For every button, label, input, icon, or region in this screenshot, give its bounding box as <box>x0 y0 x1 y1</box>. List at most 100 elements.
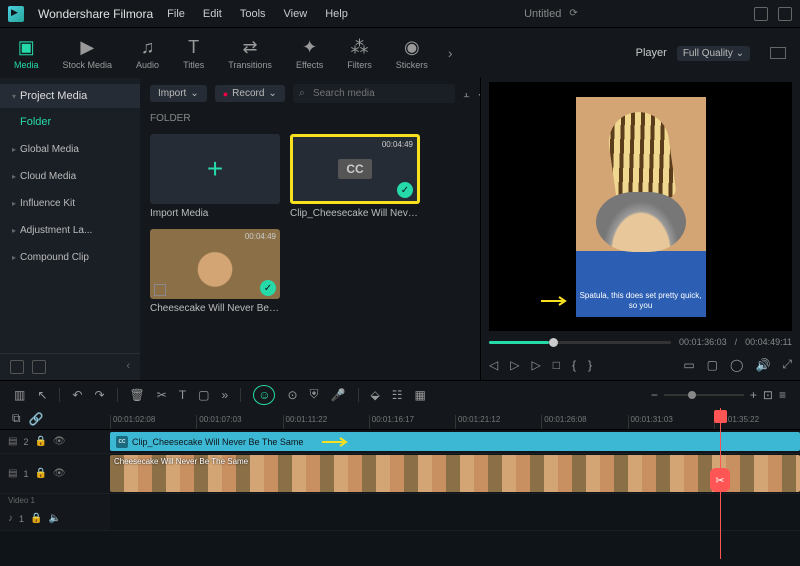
mark-out-icon[interactable]: } <box>588 358 592 372</box>
cc-clip-tile[interactable]: 00:04:49 CC ✓ Clip_Cheesecake Will Never… <box>290 134 420 219</box>
magnet-icon[interactable]: ⧉ <box>12 411 21 426</box>
visibility-icon[interactable]: 👁 <box>53 436 66 447</box>
ribbon-next-icon[interactable]: › <box>448 45 453 61</box>
sidebar-folder[interactable]: Folder <box>0 108 140 136</box>
prev-frame-icon[interactable]: ◁ <box>489 358 498 372</box>
tab-titles[interactable]: TTitles <box>183 37 204 70</box>
stickers-icon: ◉ <box>404 37 420 58</box>
select-tool-icon[interactable]: ↖ <box>37 388 47 402</box>
ai-tool-icon[interactable]: ☺ <box>253 385 275 405</box>
delete-icon[interactable]: 🗑 <box>130 388 145 402</box>
document-title: Untitled ⟳ <box>362 8 740 20</box>
fullscreen-icon[interactable]: ⤢ <box>782 357 792 372</box>
menu-edit[interactable]: Edit <box>203 8 222 20</box>
title-bar: Wondershare Filmora File Edit Tools View… <box>0 0 800 28</box>
play-pause-icon[interactable]: ▷ <box>510 358 519 372</box>
mark-in-icon[interactable]: { <box>572 358 576 372</box>
sidebar-item-adjustment-layer[interactable]: Adjustment La... <box>0 217 140 244</box>
import-media-tile[interactable]: + Import Media <box>150 134 280 219</box>
sidebar-item-cloud-media[interactable]: Cloud Media <box>0 163 140 190</box>
lock-icon[interactable]: 🔒 <box>34 468 46 479</box>
display-icon[interactable]: ▢ <box>707 358 718 372</box>
video-clip[interactable]: Cheesecake Will Never Be The Same <box>110 455 800 492</box>
player-panel: Spatula, this does set pretty quick, so … <box>480 78 800 380</box>
sidebar-item-compound-clip[interactable]: Compound Clip <box>0 244 140 271</box>
snapshot-icon[interactable] <box>770 47 786 59</box>
playhead-handle[interactable] <box>714 410 727 423</box>
track-header-video[interactable]: ▤ 1 🔒 👁 <box>0 454 110 493</box>
tab-media[interactable]: ▣Media <box>14 37 39 70</box>
camera-icon[interactable]: ◯ <box>730 358 743 372</box>
track-header-audio[interactable]: ♪ 1 🔒 🔈 <box>0 507 110 530</box>
track-type-icon: ▤ <box>8 436 17 447</box>
clip-type-icon <box>154 284 166 296</box>
tab-effects[interactable]: ✦Effects <box>296 37 323 70</box>
search-input[interactable] <box>309 86 449 101</box>
text-tool-icon[interactable]: T <box>179 388 186 402</box>
speed-icon[interactable]: ⊙ <box>287 388 297 402</box>
effects-icon: ✦ <box>302 37 317 58</box>
mute-icon[interactable]: 🔈 <box>48 513 60 524</box>
check-icon: ✓ <box>260 280 276 296</box>
menu-view[interactable]: View <box>284 8 308 20</box>
clip-icon[interactable]: ▭ <box>683 358 694 372</box>
timeline-ruler[interactable]: ⧉ 🔗 00:01:02:08 00:01:07:03 00:01:11:22 … <box>0 408 800 430</box>
save-icon[interactable] <box>778 7 792 21</box>
split-icon[interactable]: ✂ <box>157 388 167 402</box>
sidebar-item-global-media[interactable]: Global Media <box>0 136 140 163</box>
pointer-tool-icon[interactable]: ▥ <box>14 388 25 402</box>
mixer-icon[interactable]: ☷ <box>392 388 403 402</box>
collapse-sidebar-icon[interactable]: ‹ <box>126 360 130 374</box>
mask-icon[interactable]: ⛨ <box>310 387 319 402</box>
timeline-tracks: ▤ 2 🔒 👁 cc Clip_Cheesecake Will Never Be… <box>0 430 800 560</box>
zoom-fit-icon[interactable]: ⊡ <box>763 388 773 402</box>
tab-filters[interactable]: ⁂Filters <box>347 37 372 70</box>
record-button[interactable]: Record ⌄ <box>215 85 285 102</box>
volume-icon[interactable]: 🔊 <box>755 358 770 372</box>
timeline-settings-icon[interactable]: ≡ <box>779 388 786 402</box>
cc-badge-icon: cc <box>116 436 128 448</box>
layout-icon[interactable] <box>754 7 768 21</box>
lock-icon[interactable]: 🔒 <box>34 436 46 447</box>
zoom-slider[interactable] <box>664 394 744 396</box>
delete-marker-icon[interactable]: ✂ <box>710 468 730 492</box>
tab-transitions[interactable]: ⇄Transitions <box>228 37 272 70</box>
redo-icon[interactable]: ↷ <box>94 388 104 402</box>
import-button[interactable]: Import ⌄ <box>150 85 207 102</box>
tab-audio[interactable]: ♫Audio <box>136 37 159 70</box>
preview-viewport[interactable]: Spatula, this does set pretty quick, so … <box>489 82 792 331</box>
lock-icon[interactable]: 🔒 <box>30 513 42 524</box>
new-folder-icon[interactable] <box>10 360 24 374</box>
video-clip-tile[interactable]: 00:04:49 ✓ Cheesecake Will Never Be T... <box>150 229 280 314</box>
quality-select[interactable]: Full Quality ⌄ <box>677 46 750 61</box>
track-header-cc[interactable]: ▤ 2 🔒 👁 <box>0 430 110 453</box>
cloud-sync-icon[interactable]: ⟳ <box>569 8 577 19</box>
filter-icon[interactable]: ⫠ <box>463 88 470 100</box>
play-icon[interactable]: ▷ <box>531 358 540 372</box>
sidebar-item-influence-kit[interactable]: Influence Kit <box>0 190 140 217</box>
zoom-in-icon[interactable]: + <box>750 388 757 402</box>
new-bin-icon[interactable] <box>32 360 46 374</box>
crop-icon[interactable]: ▢ <box>198 388 209 402</box>
cc-icon: CC <box>338 159 371 179</box>
scrub-slider[interactable] <box>489 341 671 344</box>
caption-clip[interactable]: cc Clip_Cheesecake Will Never Be The Sam… <box>110 432 800 451</box>
menu-file[interactable]: File <box>167 8 185 20</box>
tab-stock-media[interactable]: ▶Stock Media <box>63 37 113 70</box>
menu-help[interactable]: Help <box>325 8 348 20</box>
tab-stickers[interactable]: ◉Stickers <box>396 37 428 70</box>
menu-tools[interactable]: Tools <box>240 8 266 20</box>
sidebar-header[interactable]: ▾Project Media <box>0 84 140 108</box>
stop-icon[interactable]: □ <box>553 358 560 372</box>
undo-icon[interactable]: ↶ <box>72 388 82 402</box>
zoom-out-icon[interactable]: − <box>651 388 658 402</box>
visibility-icon[interactable]: 👁 <box>53 468 66 479</box>
more-tools-icon[interactable]: » <box>222 388 229 402</box>
link-icon[interactable]: 🔗 <box>29 412 44 426</box>
voiceover-icon[interactable]: 🎤 <box>331 388 346 402</box>
app-name: Wondershare Filmora <box>38 7 153 21</box>
track-type-icon: ▤ <box>8 468 17 479</box>
timeline-toolbar: ▥ ↖ ↶ ↷ 🗑 ✂ T ▢ » ☺ ⊙ ⛨ 🎤 ⬙ ☷ ▦ − + ⊡ ≡ <box>0 380 800 408</box>
marker-icon[interactable]: ⬙ <box>371 388 380 402</box>
render-icon[interactable]: ▦ <box>415 388 426 402</box>
